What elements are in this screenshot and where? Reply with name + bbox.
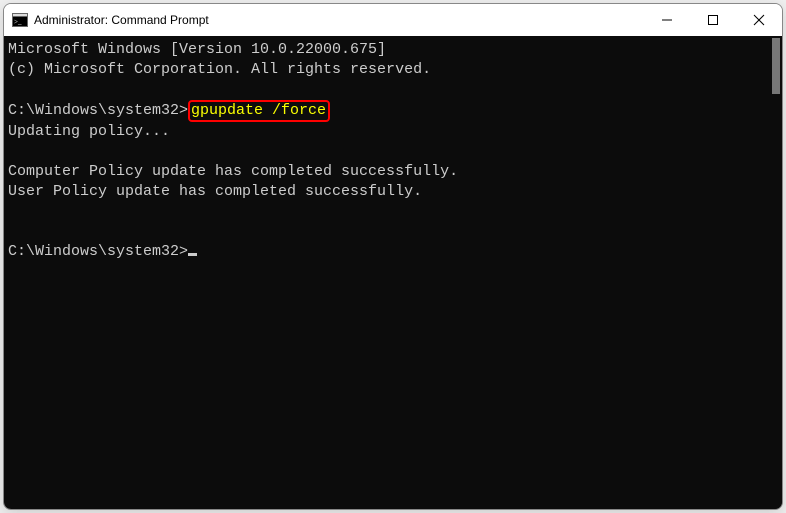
prompt-path-2: C:\Windows\system32>	[8, 243, 188, 260]
updating-line: Updating policy...	[8, 123, 170, 140]
svg-text:>_: >_	[14, 18, 22, 26]
prompt-path: C:\Windows\system32>	[8, 102, 188, 119]
copyright-line: (c) Microsoft Corporation. All rights re…	[8, 61, 431, 78]
terminal-area: Microsoft Windows [Version 10.0.22000.67…	[4, 36, 782, 509]
minimize-button[interactable]	[644, 4, 690, 36]
command-prompt-window: >_ Administrator: Command Prompt Microso…	[3, 3, 783, 510]
window-title: Administrator: Command Prompt	[34, 13, 209, 27]
close-button[interactable]	[736, 4, 782, 36]
computer-policy-line: Computer Policy update has completed suc…	[8, 163, 458, 180]
user-policy-line: User Policy update has completed success…	[8, 183, 422, 200]
terminal-output[interactable]: Microsoft Windows [Version 10.0.22000.67…	[4, 36, 768, 509]
version-line: Microsoft Windows [Version 10.0.22000.67…	[8, 41, 386, 58]
titlebar[interactable]: >_ Administrator: Command Prompt	[4, 4, 782, 36]
scrollbar-thumb[interactable]	[772, 38, 780, 94]
cursor	[188, 253, 197, 256]
cmd-icon: >_	[12, 12, 28, 28]
scrollbar-track[interactable]	[768, 36, 782, 509]
maximize-button[interactable]	[690, 4, 736, 36]
highlighted-command: gpupdate /force	[188, 100, 330, 122]
